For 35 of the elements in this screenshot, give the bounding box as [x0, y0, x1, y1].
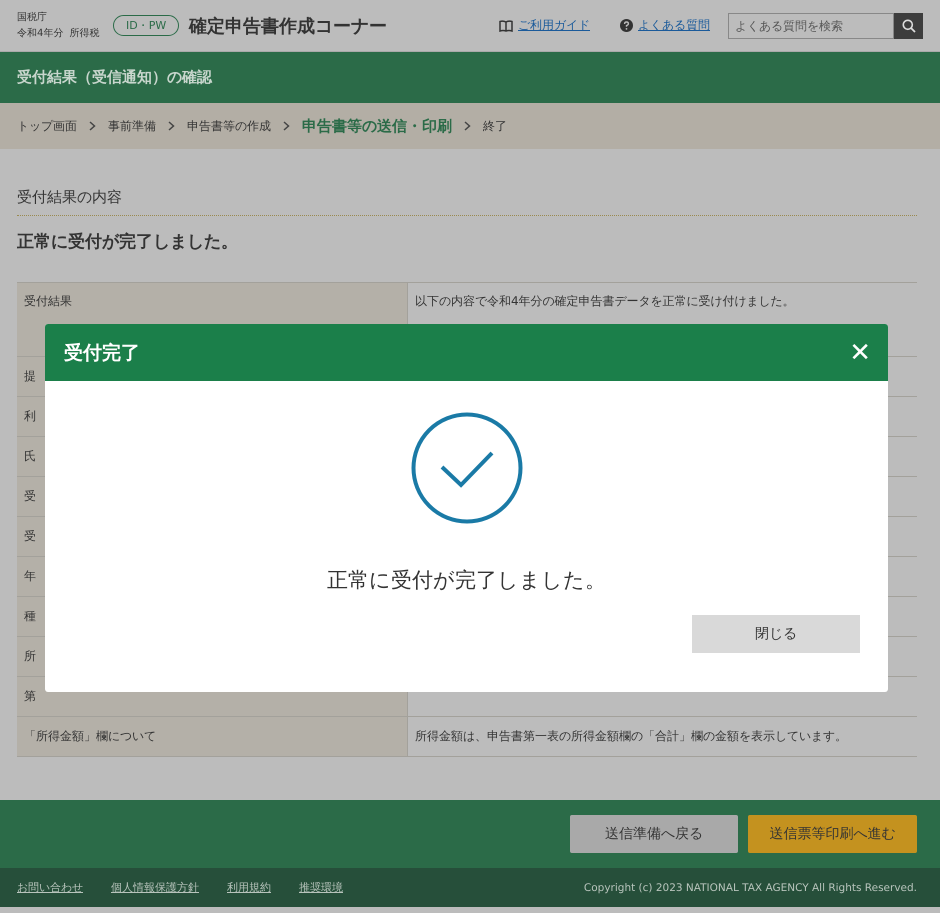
next-button[interactable]: 送信票等印刷へ進む [748, 815, 917, 853]
tax-year-label: 所得税 [69, 26, 100, 40]
book-icon [499, 20, 513, 32]
breadcrumb-step: 申告書等の送信・印刷 [302, 116, 452, 136]
footer-link[interactable]: 個人情報保護方針 [111, 880, 199, 895]
breadcrumb-step: 事前準備 [108, 118, 156, 134]
result-heading: 正常に受付が完了しました。 [17, 231, 239, 254]
check-circle-icon [410, 412, 522, 524]
search-field[interactable]: よくある質問を検索 [728, 12, 894, 38]
search-button[interactable] [894, 12, 923, 38]
help-icon [620, 19, 633, 32]
search-icon [902, 18, 916, 32]
footer-link[interactable]: 利用規約 [227, 880, 271, 895]
section-title: 受付結果の内容 [17, 187, 123, 207]
agency-label: 国税庁 [17, 10, 48, 24]
table-cell: 所得金額は、申告書第一表の所得金額欄の「合計」欄の金額を表示しています。 [408, 716, 917, 756]
breadcrumb-step: トップ画面 [17, 118, 77, 134]
chevron-icon [464, 121, 471, 131]
site-title: 確定申告書作成コーナー [189, 14, 388, 38]
chevron-icon [168, 121, 175, 131]
breadcrumb-step: 申告書等の作成 [187, 118, 271, 134]
table-header-cell: 「所得金額」欄について [17, 716, 408, 756]
footer-link[interactable]: お問い合わせ [17, 880, 83, 895]
tax-year-label: 令和4年分 [17, 26, 64, 40]
footer-link[interactable]: 推奨環境 [299, 880, 343, 895]
faq-link[interactable]: よくある質問 [638, 17, 710, 34]
chevron-icon [283, 121, 290, 131]
copyright-text: Copyright (c) 2023 NATIONAL TAX AGENCY All Rights Reserved. [584, 882, 917, 894]
chevron-icon [89, 121, 96, 131]
back-button[interactable]: 送信準備へ戻る [570, 815, 738, 853]
breadcrumb-step: 終了 [483, 118, 507, 134]
guide-link[interactable]: ご利用ガイド [518, 17, 590, 34]
page-title: 受付結果（受信通知）の確認 [17, 68, 212, 87]
login-method-badge: ID・PW [113, 15, 180, 36]
close-dialog-button[interactable]: 閉じる [692, 615, 860, 653]
